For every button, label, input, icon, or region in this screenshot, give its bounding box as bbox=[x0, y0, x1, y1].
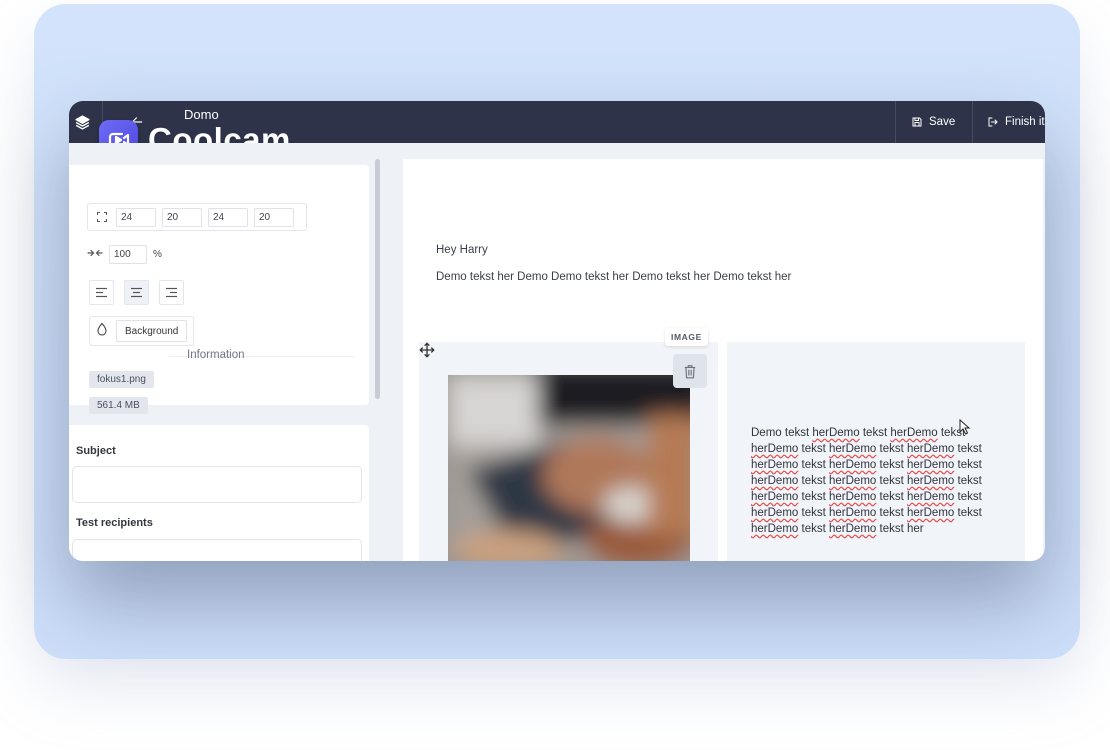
paragraph-text: tekst bbox=[798, 507, 829, 519]
editor-window: Domo Save Finish it Coolcam 24 20 24 20 … bbox=[69, 101, 1045, 561]
misspelled-word: herDemo bbox=[751, 459, 799, 471]
settings-panel: 24 20 24 20 100 % Background Information… bbox=[69, 143, 387, 561]
align-center-button[interactable] bbox=[124, 280, 149, 305]
email-canvas: Hey Harry Demo tekst her Demo Demo tekst… bbox=[403, 159, 1043, 561]
paragraph-line: herDemo tekst herDemo tekst herDemo teks… bbox=[751, 457, 991, 473]
divider bbox=[895, 101, 896, 143]
paragraph-text: tekst bbox=[798, 459, 829, 471]
misspelled-word: herDemo bbox=[812, 427, 860, 439]
padding-top-input[interactable]: 24 bbox=[116, 207, 156, 227]
width-unit: % bbox=[153, 249, 162, 260]
information-heading: Information bbox=[187, 349, 245, 361]
background-button[interactable]: Background bbox=[116, 320, 188, 342]
paragraph-text: tekst bbox=[954, 475, 982, 487]
width-control: 100 % bbox=[87, 245, 162, 264]
paragraph-text: tekst bbox=[876, 491, 907, 503]
paragraph-text: tekst bbox=[954, 491, 982, 503]
paragraph-text: tekst bbox=[876, 459, 907, 471]
cursor-icon bbox=[959, 418, 971, 440]
image-type-badge: IMAGE bbox=[665, 328, 708, 346]
background-control: Background bbox=[89, 316, 195, 346]
paragraph-line: herDemo tekst herDemo tekst herDemo teks… bbox=[751, 473, 991, 489]
paragraph-text: tekst bbox=[798, 443, 829, 455]
divider bbox=[972, 101, 973, 143]
block-image[interactable] bbox=[448, 375, 690, 561]
block-paragraph[interactable]: Demo tekst herDemo tekst herDemo tekst he… bbox=[751, 425, 991, 537]
paragraph-line: Demo tekst herDemo tekst herDemo tekst bbox=[751, 425, 991, 441]
misspelled-word: herDemo bbox=[829, 523, 877, 535]
padding-controls: 24 20 24 20 bbox=[87, 203, 307, 231]
recipients-label: Test recipients bbox=[76, 517, 153, 529]
file-name-badge: fokus1.png bbox=[89, 371, 154, 388]
block-settings-card: 24 20 24 20 100 % Background Information… bbox=[69, 165, 369, 414]
paragraph-text: tekst bbox=[859, 427, 891, 439]
stage: Domo Save Finish it Coolcam 24 20 24 20 … bbox=[0, 0, 1110, 750]
subject-input[interactable] bbox=[72, 466, 362, 503]
trash-icon bbox=[684, 364, 696, 378]
padding-bottom-input[interactable]: 24 bbox=[208, 207, 248, 227]
paragraph-text: tekst bbox=[954, 443, 982, 455]
paragraph-text: tekst bbox=[876, 475, 907, 487]
layers-icon[interactable] bbox=[69, 101, 95, 143]
finish-button[interactable]: Finish it bbox=[987, 101, 1045, 143]
misspelled-word: herDemo bbox=[829, 491, 877, 503]
align-right-button[interactable] bbox=[159, 280, 184, 305]
align-right-icon bbox=[166, 287, 177, 298]
move-icon[interactable] bbox=[419, 342, 435, 358]
panel-scrollbar[interactable] bbox=[375, 159, 380, 399]
misspelled-word: herDemo bbox=[907, 491, 955, 503]
misspelled-word: herDemo bbox=[890, 427, 938, 439]
paragraph-text: tekst bbox=[798, 523, 829, 535]
align-center-icon bbox=[131, 287, 142, 298]
save-icon bbox=[912, 117, 922, 127]
save-button[interactable]: Save bbox=[911, 101, 955, 143]
padding-icon bbox=[94, 209, 110, 225]
subject-label: Subject bbox=[76, 445, 116, 457]
misspelled-word: herDemo bbox=[751, 443, 799, 455]
misspelled-word: herDemo bbox=[829, 475, 877, 487]
misspelled-word: herDemo bbox=[907, 443, 955, 455]
misspelled-word: herDemo bbox=[907, 459, 955, 471]
misspelled-word: herDemo bbox=[751, 475, 799, 487]
misspelled-word: herDemo bbox=[907, 475, 955, 487]
align-left-button[interactable] bbox=[89, 280, 114, 305]
misspelled-word: herDemo bbox=[829, 443, 877, 455]
paragraph-text: tekst bbox=[798, 475, 829, 487]
padding-right-input[interactable]: 20 bbox=[162, 207, 202, 227]
paragraph-text: tekst bbox=[954, 459, 982, 471]
recipients-input[interactable] bbox=[72, 539, 362, 561]
finish-label: Finish it bbox=[1005, 116, 1045, 128]
misspelled-word: herDemo bbox=[751, 523, 799, 535]
padding-left-input[interactable]: 20 bbox=[254, 207, 294, 227]
misspelled-word: herDemo bbox=[907, 507, 955, 519]
paragraph-line: herDemo tekst herDemo tekst herDemo teks… bbox=[751, 441, 991, 457]
email-settings-card: Subject Test recipients bbox=[69, 425, 369, 561]
paragraph-text: tekst bbox=[798, 491, 829, 503]
align-left-icon bbox=[96, 287, 107, 298]
misspelled-word: herDemo bbox=[751, 491, 799, 503]
paragraph-text: Demo tekst bbox=[751, 427, 813, 439]
width-input[interactable]: 100 bbox=[109, 245, 147, 264]
intro-text[interactable]: Demo tekst her Demo Demo tekst her Demo … bbox=[436, 271, 791, 283]
paragraph-line: herDemo tekst herDemo tekst herDemo teks… bbox=[751, 505, 991, 521]
droplet-icon bbox=[96, 322, 108, 341]
paragraph-text: tekst bbox=[876, 443, 907, 455]
paragraph-line: herDemo tekst herDemo tekst herDemo teks… bbox=[751, 489, 991, 505]
file-size-badge: 561.4 MB bbox=[89, 397, 148, 414]
paragraph-text: tekst her bbox=[876, 523, 924, 535]
exit-icon bbox=[988, 117, 998, 127]
misspelled-word: herDemo bbox=[829, 459, 877, 471]
greeting-text[interactable]: Hey Harry bbox=[436, 244, 488, 256]
paragraph-text: tekst bbox=[876, 507, 907, 519]
save-label: Save bbox=[929, 116, 956, 128]
delete-block-button[interactable] bbox=[673, 354, 707, 388]
width-icon bbox=[87, 248, 103, 261]
misspelled-word: herDemo bbox=[829, 507, 877, 519]
alignment-controls bbox=[89, 280, 184, 305]
misspelled-word: herDemo bbox=[751, 507, 799, 519]
paragraph-text: tekst bbox=[954, 507, 982, 519]
paragraph-line: herDemo tekst herDemo tekst her bbox=[751, 521, 991, 537]
